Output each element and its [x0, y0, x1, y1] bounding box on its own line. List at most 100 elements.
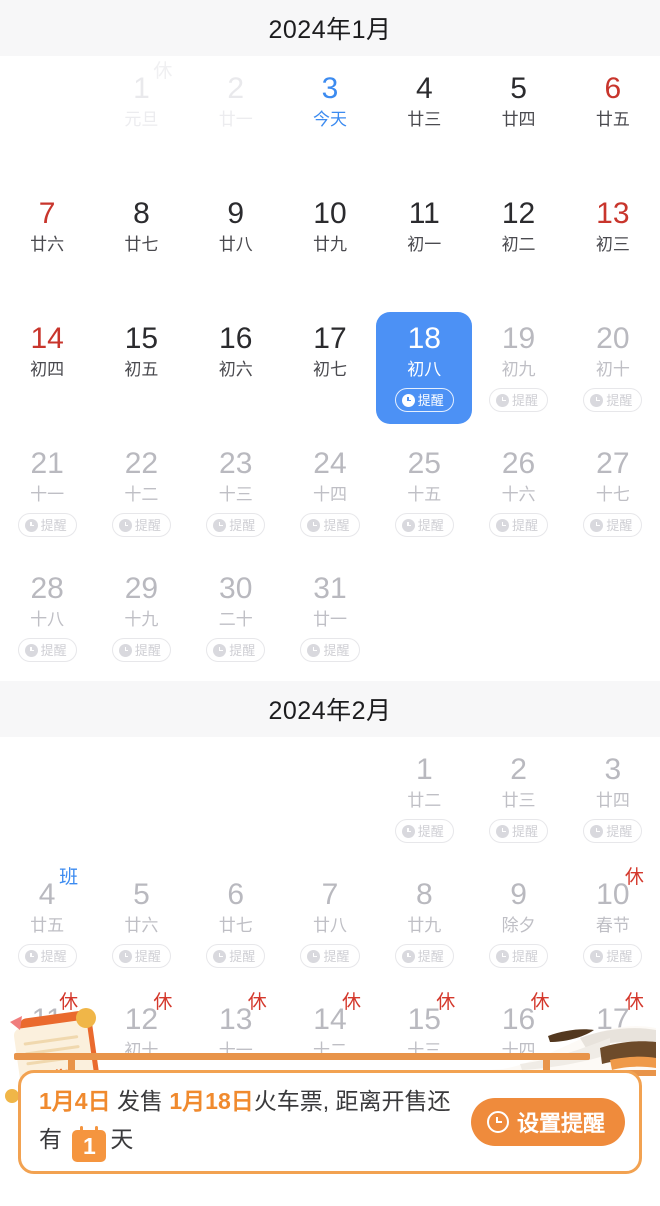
reminder-label: 提醒	[40, 642, 67, 658]
day-number: 9	[510, 878, 527, 911]
reminder-label: 提醒	[512, 823, 539, 839]
day-cell[interactable]: 5 廿六 提醒	[94, 862, 188, 987]
day-number: 8	[133, 197, 150, 230]
reminder-label: 提醒	[417, 823, 444, 839]
day-cell[interactable]: 23 十三 提醒	[189, 431, 283, 556]
day-cell[interactable]: 休 1 元旦	[94, 56, 188, 181]
reminder-pill[interactable]: 提醒	[206, 513, 266, 537]
set-reminder-button[interactable]: 设置提醒	[470, 1098, 625, 1146]
reminder-label: 提醒	[40, 517, 67, 533]
day-number: 20	[596, 322, 630, 355]
countdown-suffix: 天	[110, 1126, 134, 1152]
day-cell[interactable]: 29 十九 提醒	[94, 556, 188, 681]
day-cell[interactable]: 20 初十 提醒	[566, 306, 660, 431]
month-grid: 1 廿二 提醒 2 廿三 提醒 3 廿四 提醒班 4 廿五 提醒 5 廿六 提醒 6 廿七 提醒 7 廿八 提醒 8 廿九提…	[0, 737, 660, 1112]
day-cell[interactable]: 17 初七	[283, 306, 377, 431]
reminder-pill[interactable]: 提醒	[583, 513, 643, 537]
reminder-pill[interactable]: 提醒	[17, 513, 77, 537]
day-cell[interactable]: 27 十七 提醒	[566, 431, 660, 556]
day-cell[interactable]: 31 廿一 提醒	[283, 556, 377, 681]
day-cell[interactable]: 休 10 春节 提醒	[566, 862, 660, 987]
day-number: 17	[313, 322, 347, 355]
restday-badge: 休	[624, 867, 644, 888]
day-cell[interactable]: 3 今天	[283, 56, 377, 181]
reminder-pill[interactable]: 提醒	[394, 513, 454, 537]
day-cell[interactable]: 8 廿七	[94, 181, 188, 306]
reminder-pill[interactable]: 提醒	[111, 944, 171, 968]
day-lunar-label: 十三	[218, 485, 253, 504]
day-lunar-label: 十三	[407, 1041, 442, 1060]
day-cell[interactable]: 19 初九 提醒	[471, 306, 565, 431]
ticket-promo-banner[interactable]: 1月4日 发售 1月18日火车票, 距离开售还有 1天 设置提醒	[18, 1070, 642, 1174]
reminder-pill[interactable]: 提醒	[17, 638, 77, 662]
day-cell[interactable]: 6 廿五	[566, 56, 660, 181]
day-number: 2	[510, 753, 527, 786]
reminder-pill[interactable]: 提醒	[206, 638, 266, 662]
clock-icon	[401, 518, 415, 532]
day-lunar-label: 廿九	[407, 916, 442, 935]
reminder-pill[interactable]: 提醒	[583, 944, 643, 968]
day-number: 21	[30, 447, 64, 480]
day-lunar-label: 廿二	[407, 791, 442, 810]
reminder-pill[interactable]: 提醒	[489, 513, 549, 537]
day-cell[interactable]: 9 除夕 提醒	[471, 862, 565, 987]
reminder-pill[interactable]: 提醒	[583, 819, 643, 843]
day-cell[interactable]: 25 十五 提醒	[377, 431, 471, 556]
reminder-pill[interactable]: 提醒	[489, 819, 549, 843]
day-lunar-label: 十二	[124, 485, 159, 504]
day-cell[interactable]: 7 廿六	[0, 181, 94, 306]
restday-badge: 休	[59, 992, 79, 1013]
reminder-pill[interactable]: 提醒	[206, 944, 266, 968]
reminder-label: 提醒	[229, 948, 256, 964]
day-cell[interactable]: 12 初二	[471, 181, 565, 306]
day-cell[interactable]: 18 初八 提醒	[376, 306, 473, 431]
reminder-label: 提醒	[229, 517, 256, 533]
day-cell[interactable]: 10 廿九	[283, 181, 377, 306]
reminder-label: 提醒	[417, 948, 444, 964]
day-number: 9	[227, 197, 245, 230]
day-cell[interactable]: 5 廿四	[471, 56, 565, 181]
day-cell[interactable]: 班 4 廿五 提醒	[0, 862, 94, 987]
day-cell[interactable]: 26 十六 提醒	[471, 431, 565, 556]
day-cell[interactable]: 11 初一	[377, 181, 471, 306]
day-cell[interactable]: 9 廿八	[189, 181, 283, 306]
day-cell[interactable]: 13 初三	[566, 181, 660, 306]
day-cell[interactable]: 28 十八 提醒	[0, 556, 94, 681]
day-cell[interactable]: 2 廿一	[189, 56, 283, 181]
day-cell[interactable]: 3 廿四 提醒	[566, 737, 660, 862]
day-cell[interactable]: 24 十四 提醒	[283, 431, 377, 556]
reminder-label: 提醒	[323, 948, 350, 964]
reminder-pill[interactable]: 提醒	[300, 513, 360, 537]
day-cell[interactable]: 4 廿三	[377, 56, 471, 181]
reminder-pill[interactable]: 提醒	[300, 944, 360, 968]
reminder-pill[interactable]: 提醒	[111, 513, 171, 537]
reminder-pill[interactable]: 提醒	[394, 819, 454, 843]
day-number: 31	[313, 572, 347, 605]
day-cell[interactable]: 16 初六	[189, 306, 283, 431]
reminder-pill[interactable]: 提醒	[300, 638, 360, 662]
day-cell[interactable]: 21 十一 提醒	[0, 431, 94, 556]
day-cell[interactable]: 6 廿七 提醒	[189, 862, 283, 987]
day-cell[interactable]: 22 十二提醒	[94, 431, 188, 556]
reminder-pill[interactable]: 提醒	[489, 388, 549, 412]
day-lunar-label: 初十	[124, 1041, 159, 1060]
month-list: 2024年1月休 1 元旦 2 廿一 3 今天 4 廿三 5 廿四 6 廿五 7 廿六 8 廿七 9 廿八 10 廿九 1…	[0, 0, 660, 1112]
day-cell[interactable]: 14 初四	[0, 306, 94, 431]
day-cell[interactable]: 15 初五	[94, 306, 188, 431]
reminder-pill[interactable]: 提醒	[17, 944, 77, 968]
day-cell[interactable]: 1 廿二 提醒	[377, 737, 471, 862]
reminder-pill[interactable]: 提醒	[583, 388, 643, 412]
reminder-pill[interactable]: 提醒	[394, 388, 454, 412]
calendar-screen: 2024年1月休 1 元旦 2 廿一 3 今天 4 廿三 5 廿四 6 廿五 7 廿六 8 廿七 9 廿八 10 廿九 1…	[0, 0, 660, 1206]
day-cell[interactable]: 7 廿八 提醒	[283, 862, 377, 987]
reminder-pill[interactable]: 提醒	[111, 638, 171, 662]
day-cell[interactable]: 8 廿九 提醒	[377, 862, 471, 987]
promo-message: 1月4日 发售 1月18日火车票, 距离开售还有 1天	[39, 1082, 471, 1162]
day-cell[interactable]: 2 廿三 提醒	[471, 737, 565, 862]
day-number: 16	[219, 322, 253, 355]
day-cell[interactable]: 30 二十 提醒	[189, 556, 283, 681]
day-number: 5	[510, 72, 527, 105]
day-number: 22	[124, 447, 159, 480]
reminder-pill[interactable]: 提醒	[489, 944, 549, 968]
reminder-pill[interactable]: 提醒	[394, 944, 454, 968]
